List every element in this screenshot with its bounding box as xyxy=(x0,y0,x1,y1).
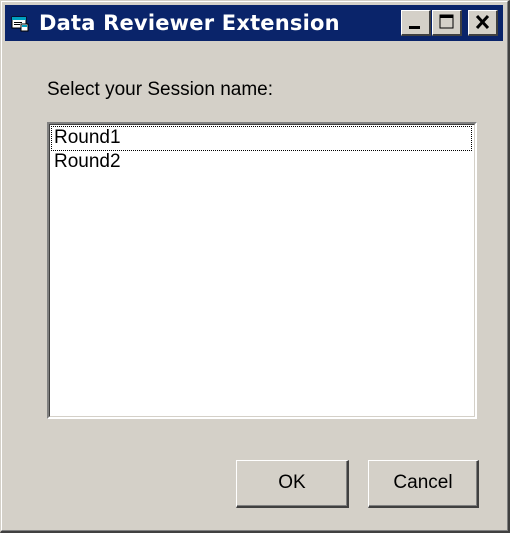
maximize-icon xyxy=(439,14,454,29)
app-window-icon xyxy=(11,14,29,32)
minimize-button[interactable] xyxy=(401,10,431,36)
ok-button[interactable]: OK xyxy=(236,460,349,508)
minimize-icon xyxy=(409,26,420,29)
session-listbox[interactable]: Round1 Round2 xyxy=(47,122,477,419)
close-icon xyxy=(475,14,490,30)
cancel-button[interactable]: Cancel xyxy=(368,460,479,508)
window-title: Data Reviewer Extension xyxy=(39,11,340,35)
maximize-button[interactable] xyxy=(432,10,462,36)
title-bar[interactable]: Data Reviewer Extension xyxy=(5,5,503,41)
session-item-round2[interactable]: Round2 xyxy=(51,150,472,175)
close-button[interactable] xyxy=(468,10,498,36)
session-prompt-label: Select your Session name: xyxy=(47,79,274,100)
dialog-window: Data Reviewer Extension Select your Sess… xyxy=(0,0,510,533)
session-item-round1[interactable]: Round1 xyxy=(51,126,472,151)
